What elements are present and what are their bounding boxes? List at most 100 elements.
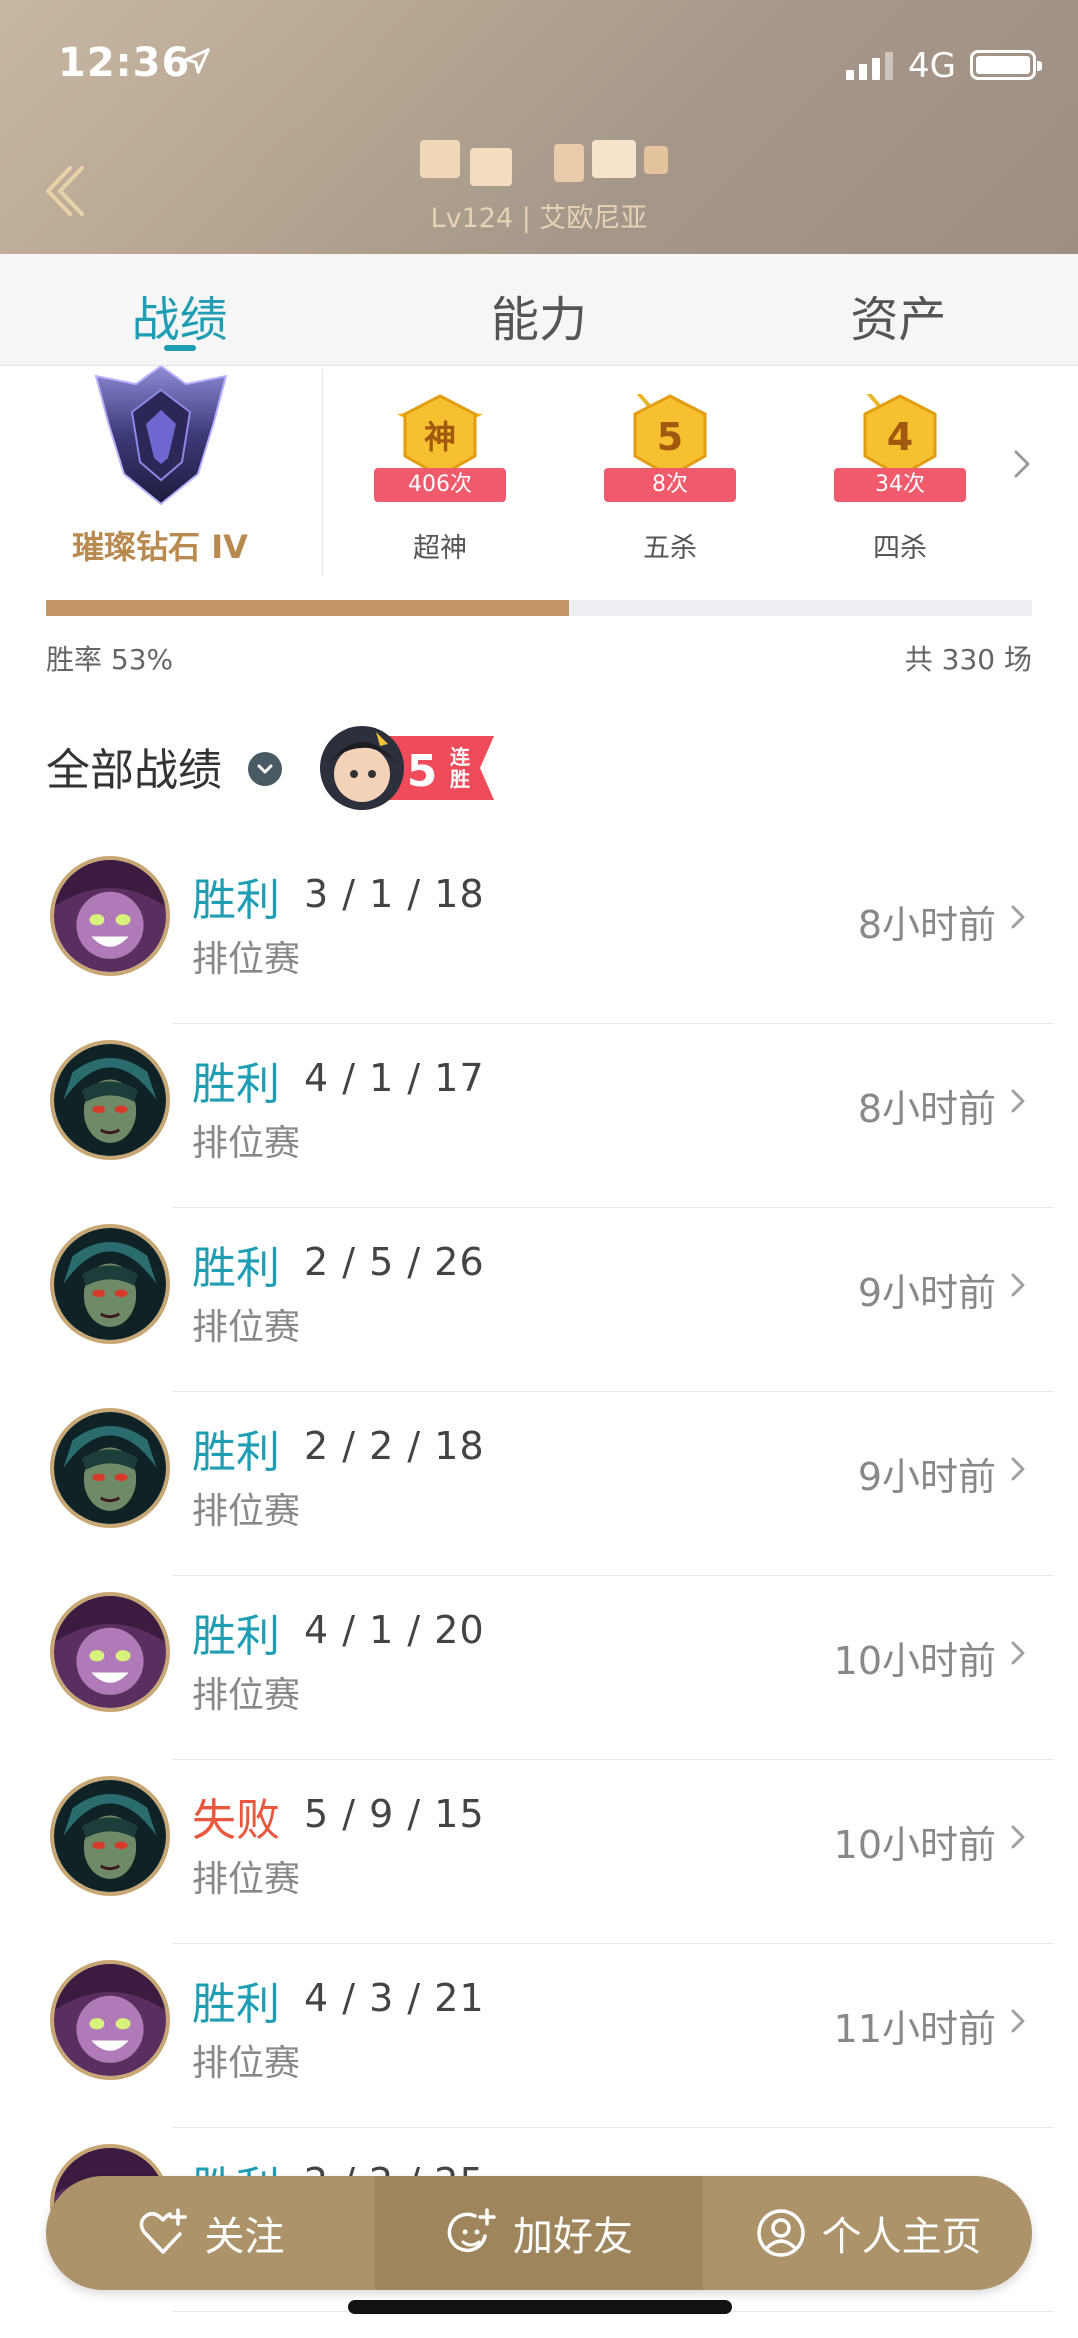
green-champion-avatar-icon (50, 1040, 170, 1160)
match-row[interactable]: 胜利 4 / 3 / 21 排位赛 11小时前 (0, 1944, 1078, 2128)
match-mode: 排位赛 (192, 1491, 301, 1532)
chevron-right-icon (1011, 2009, 1025, 2033)
dropdown-icon[interactable] (248, 752, 282, 786)
divider (322, 370, 323, 576)
match-result: 胜利 (192, 1059, 280, 1110)
match-kda: 2 / 5 / 26 (304, 1240, 485, 1284)
badge-label: 四杀 (873, 533, 927, 564)
home-indicator[interactable] (348, 2300, 732, 2314)
match-row[interactable]: 胜利 4 / 1 / 17 排位赛 8小时前 (0, 1024, 1078, 1208)
tab-assets[interactable]: 资产 (719, 254, 1078, 365)
match-kda: 2 / 2 / 18 (304, 1424, 485, 1468)
rank-summary: 璀璨钻石 IV 神 406次 超神 5 8次 五杀 4 34次 四杀 (0, 366, 1078, 582)
win-rate-label: 胜率 53% (46, 643, 174, 676)
match-mode: 排位赛 (192, 1123, 301, 1164)
match-result: 胜利 (192, 1243, 280, 1294)
record-filter-label[interactable]: 全部战绩 (46, 734, 222, 798)
badge-label: 超神 (413, 533, 467, 564)
match-row[interactable]: 胜利 4 / 1 / 20 排位赛 10小时前 (0, 1576, 1078, 1760)
match-result: 失败 (192, 1795, 280, 1846)
match-time: 11小时前 (833, 2007, 996, 2051)
match-mode: 排位赛 (192, 939, 301, 980)
match-kda: 4 / 3 / 21 (304, 1976, 485, 2020)
match-row[interactable]: 失败 5 / 9 / 15 排位赛 10小时前 (0, 1760, 1078, 1944)
purple-champion-avatar-icon (50, 1960, 170, 2080)
app-screen: 12:36 4G Lv124 | 艾欧尼亚 战绩 能力 资产 璀璨钻石 IV 神… (0, 0, 1078, 2338)
streak-count: 5 (407, 746, 438, 797)
purple-champion-avatar-icon (50, 856, 170, 976)
badge-count: 406次 (374, 468, 506, 502)
win-rate-fill (46, 600, 569, 616)
match-mode: 排位赛 (192, 2043, 301, 2084)
green-champion-avatar-icon (50, 1776, 170, 1896)
match-time: 9小时前 (857, 1455, 996, 1499)
match-mode: 排位赛 (192, 1675, 301, 1716)
add-friend-label: 加好友 (513, 2214, 633, 2260)
profile-button[interactable]: 个人主页 (703, 2176, 1032, 2290)
badge-glyph: 神 (424, 418, 456, 456)
match-kda: 4 / 1 / 17 (304, 1056, 485, 1100)
tab-bar: 战绩 能力 资产 (0, 254, 1078, 366)
match-time: 10小时前 (833, 1823, 996, 1867)
match-time: 8小时前 (857, 903, 996, 947)
match-kda: 3 / 1 / 18 (304, 872, 485, 916)
match-result: 胜利 (192, 875, 280, 926)
add-friend-button[interactable]: 加好友 (374, 2176, 704, 2290)
match-kda: 4 / 1 / 20 (304, 1608, 485, 1652)
network-type: 4G (908, 46, 956, 86)
follow-button[interactable]: 关注 (46, 2176, 375, 2290)
badge-glyph: 5 (657, 415, 683, 459)
follow-label: 关注 (204, 2214, 285, 2260)
profile-header: 12:36 4G Lv124 | 艾欧尼亚 (0, 0, 1078, 254)
badge-legendary[interactable]: 神 406次 超神 (370, 380, 510, 564)
match-mode: 排位赛 (192, 1859, 301, 1900)
purple-champion-avatar-icon (50, 1592, 170, 1712)
total-games-label: 共 330 场 (904, 643, 1032, 676)
location-arrow-icon (184, 48, 210, 74)
profile-icon (756, 2209, 805, 2257)
chevron-right-icon[interactable] (1010, 446, 1034, 482)
rank-name: 璀璨钻石 IV (72, 528, 248, 566)
match-row[interactable]: 胜利 2 / 2 / 18 排位赛 9小时前 (0, 1392, 1078, 1576)
status-bar: 12:36 4G (0, 0, 1078, 130)
match-time: 8小时前 (857, 1087, 996, 1131)
match-row[interactable]: 胜利 3 / 1 / 18 排位赛 8小时前 (0, 840, 1078, 1024)
badge-count: 34次 (834, 468, 966, 502)
match-row[interactable]: 胜利 2 / 5 / 26 排位赛 9小时前 (0, 1208, 1078, 1392)
chevron-right-icon (1011, 1825, 1025, 1849)
badge-glyph: 4 (887, 415, 913, 459)
add-friend-icon (447, 2208, 496, 2253)
match-result: 胜利 (192, 1611, 280, 1662)
battery-icon (970, 50, 1042, 80)
match-kda: 5 / 9 / 15 (304, 1792, 485, 1836)
match-mode: 排位赛 (192, 1307, 301, 1348)
win-streak-badge[interactable]: 5 连胜 (316, 722, 496, 814)
win-rate-bar (46, 600, 1032, 616)
chevron-right-icon (1011, 1457, 1025, 1481)
profile-label: 个人主页 (821, 2214, 982, 2260)
chevron-right-icon (1011, 1641, 1025, 1665)
badge-count: 8次 (604, 468, 736, 502)
chevron-right-icon (1011, 1089, 1025, 1113)
diamond-rank-emblem-icon[interactable] (86, 366, 236, 506)
player-name-blurred (420, 140, 680, 190)
badge-quadrakill[interactable]: 4 34次 四杀 (830, 380, 970, 564)
chevron-right-icon (1011, 905, 1025, 929)
match-time: 9小时前 (857, 1271, 996, 1315)
chevron-right-icon (1011, 1273, 1025, 1297)
status-time: 12:36 (58, 40, 191, 86)
green-champion-avatar-icon (50, 1408, 170, 1528)
signal-icon (846, 52, 893, 80)
tab-ability[interactable]: 能力 (359, 254, 718, 365)
streak-text: 连胜 (450, 745, 470, 791)
tab-record[interactable]: 战绩 (0, 254, 359, 365)
green-champion-avatar-icon (50, 1224, 170, 1344)
match-result: 胜利 (192, 1427, 280, 1478)
action-bar: 关注 加好友 个人主页 (46, 2176, 1032, 2290)
badge-pentakill[interactable]: 5 8次 五杀 (600, 380, 740, 564)
match-result: 胜利 (192, 1979, 280, 2030)
match-time: 10小时前 (833, 1639, 996, 1683)
badge-label: 五杀 (643, 533, 697, 564)
heart-plus-icon (140, 2208, 188, 2254)
player-level-server: Lv124 | 艾欧尼亚 (430, 203, 648, 234)
